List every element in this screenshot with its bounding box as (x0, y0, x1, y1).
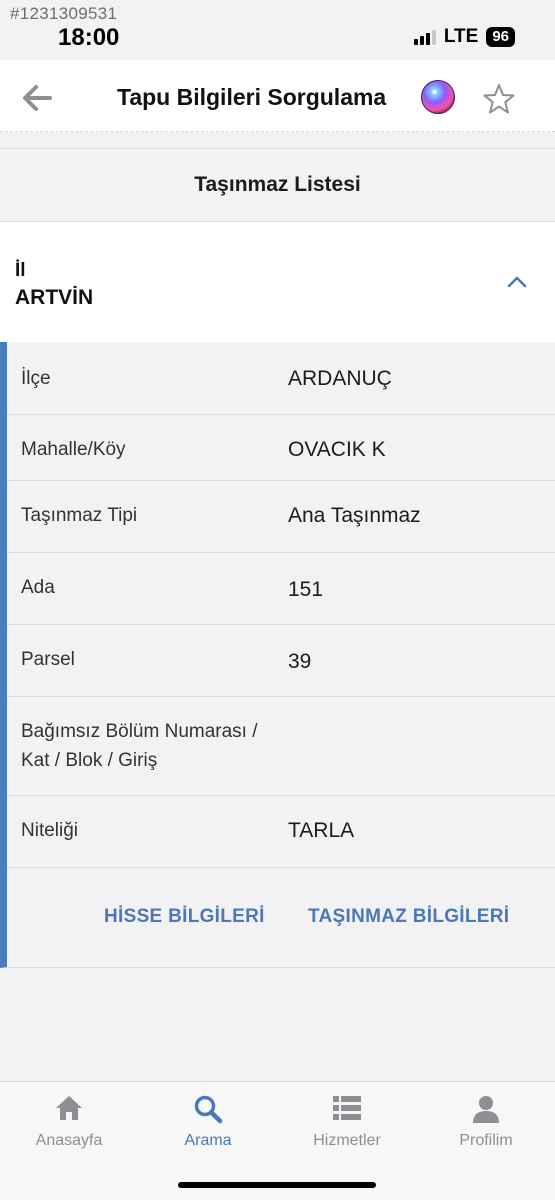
search-icon (194, 1095, 223, 1124)
tab-services[interactable]: Hizmetler (278, 1082, 416, 1162)
detail-value: ARDANUÇ (288, 367, 392, 390)
detail-row-village: Mahalle/Köy OVACIK K (7, 415, 555, 481)
tab-label: Profilim (459, 1132, 513, 1149)
page-title: Tapu Bilgileri Sorgulama (117, 84, 387, 110)
network-type: LTE (443, 26, 479, 47)
detail-row-block: Ada 151 (7, 553, 555, 625)
home-indicator[interactable] (178, 1182, 376, 1188)
share-info-button[interactable]: HİSSE BİLGİLERİ (104, 906, 265, 928)
tab-profile[interactable]: Profilim (417, 1082, 555, 1162)
detail-value: 39 (288, 650, 312, 673)
siri-icon[interactable] (421, 80, 455, 114)
status-indicators: LTE 96 (413, 26, 515, 48)
star-icon (483, 84, 515, 114)
home-icon (56, 1096, 82, 1120)
detail-label: Mahalle/Köy (21, 439, 126, 460)
province-accordion[interactable]: İl ARTVİN (0, 222, 555, 342)
status-bar: 18:00 LTE 96 (0, 0, 555, 60)
detail-row-parcel: Parsel 39 (7, 625, 555, 697)
detail-label-line2: Kat / Blok / Giriş (21, 750, 158, 771)
detail-label: Ada (21, 577, 55, 598)
detail-label: Taşınmaz Tipi (21, 505, 138, 526)
nav-bar: Tapu Bilgileri Sorgulama (0, 60, 555, 132)
tab-home[interactable]: Anasayfa (0, 1082, 138, 1162)
tab-label: Hizmetler (313, 1132, 381, 1149)
detail-label: Bağımsız Bölüm Numarası / (21, 721, 258, 742)
person-icon (473, 1096, 499, 1123)
back-arrow-icon (23, 85, 52, 111)
battery-level: 96 (486, 27, 515, 47)
detail-actions: HİSSE BİLGİLERİ TAŞINMAZ BİLGİLERİ (7, 868, 555, 968)
detail-value: Ana Taşınmaz (288, 504, 421, 527)
detail-row-property-type: Taşınmaz Tipi Ana Taşınmaz (7, 481, 555, 553)
province-label: İl (15, 260, 26, 281)
detail-label: İlçe (21, 368, 51, 389)
detail-label: Niteliği (21, 820, 79, 841)
detail-row-district: İlçe ARDANUÇ (7, 342, 555, 415)
property-detail-card: İlçe ARDANUÇ Mahalle/Köy OVACIK K Taşınm… (0, 342, 555, 968)
section-header: Taşınmaz Listesi (0, 148, 555, 222)
tab-label: Arama (184, 1132, 232, 1149)
province-value: ARTVİN (15, 286, 94, 309)
favorite-button[interactable] (482, 82, 516, 116)
tab-label: Anasayfa (35, 1132, 103, 1149)
detail-row-unit-number: Bağımsız Bölüm Numarası / Kat / Blok / G… (7, 697, 555, 796)
status-time: 18:00 (58, 24, 120, 51)
detail-label: Parsel (21, 649, 75, 670)
property-info-button[interactable]: TAŞINMAZ BİLGİLERİ (308, 906, 509, 928)
detail-value: OVACIK K (288, 438, 386, 461)
chevron-up-icon[interactable] (504, 272, 530, 292)
list-icon (333, 1096, 361, 1120)
tab-search[interactable]: Arama (139, 1082, 277, 1162)
detail-row-quality: Niteliği TARLA (7, 796, 555, 868)
section-title: Taşınmaz Listesi (194, 173, 361, 196)
detail-value: TARLA (288, 819, 355, 842)
detail-value: 151 (288, 578, 324, 601)
back-button[interactable] (20, 80, 56, 116)
signal-icon (413, 29, 436, 45)
